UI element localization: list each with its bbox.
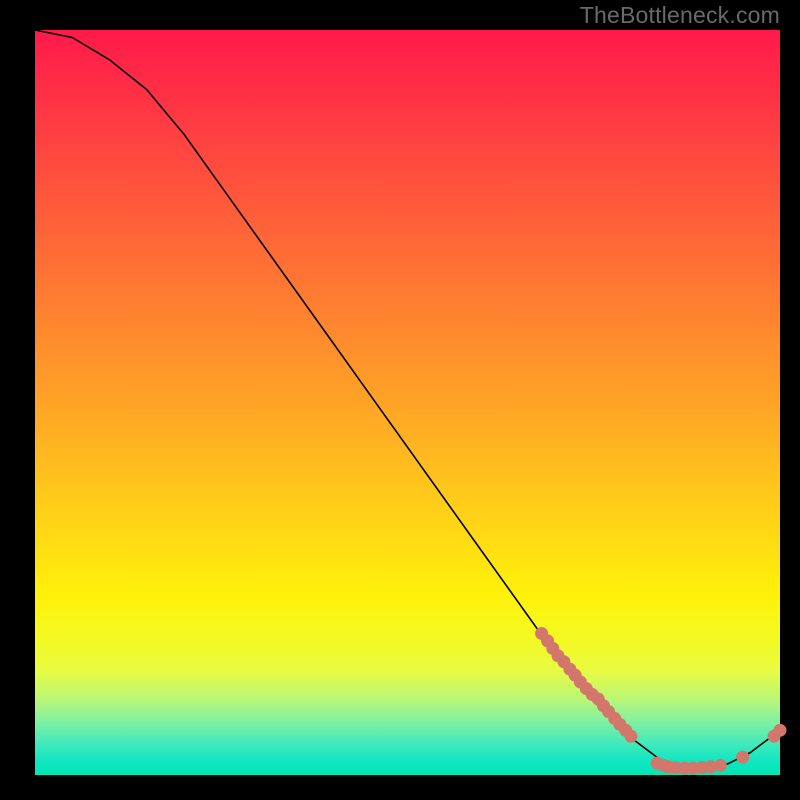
- data-dots: [536, 627, 786, 774]
- chart-overlay: [35, 30, 780, 775]
- bottleneck-curve: [35, 30, 780, 768]
- chart-frame: TheBottleneck.com: [0, 0, 800, 800]
- data-dot: [774, 724, 786, 736]
- plot-area: [35, 30, 780, 775]
- data-dot: [737, 751, 749, 763]
- data-dot: [625, 730, 637, 742]
- watermark-text: TheBottleneck.com: [580, 2, 780, 29]
- data-dot: [714, 759, 726, 771]
